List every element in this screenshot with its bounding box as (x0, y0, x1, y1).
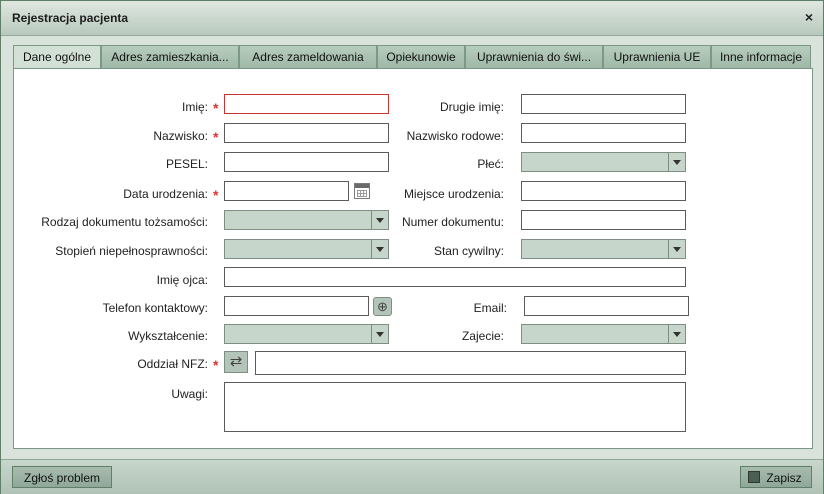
education-select[interactable] (224, 324, 389, 344)
nfz-branch-input[interactable] (255, 351, 686, 375)
save-button[interactable]: Zapisz (740, 466, 812, 488)
birth-date-input[interactable] (224, 181, 349, 201)
chevron-down-icon[interactable] (668, 240, 685, 258)
phone-input[interactable] (224, 296, 369, 316)
document-number-label: Numer dokumentu: (401, 215, 504, 229)
gender-label: Płeć: (477, 157, 504, 171)
chevron-down-icon[interactable] (371, 240, 388, 258)
gender-select[interactable] (521, 152, 686, 172)
dialog-title: Rejestracja pacjenta (12, 11, 129, 25)
notes-label: Uwagi: (171, 387, 208, 401)
birth-place-label: Miejsce urodzenia: (403, 187, 504, 201)
tab-registration-address[interactable]: Adres zameldowania (239, 45, 377, 68)
last-name-input[interactable] (224, 123, 389, 143)
chevron-down-icon[interactable] (668, 325, 685, 343)
email-label: Email: (473, 301, 507, 315)
occupation-select[interactable] (521, 324, 686, 344)
tab-residence-address[interactable]: Adres zamieszkania... (101, 45, 239, 68)
disability-level-label: Stopień niepełnosprawności: (55, 244, 208, 258)
chevron-down-icon[interactable] (371, 325, 388, 343)
pesel-label: PESEL: (165, 157, 208, 171)
save-button-label: Zapisz (766, 471, 802, 485)
middle-name-label: Drugie imię: (439, 100, 504, 114)
birth-date-label: Data urodzenia: (123, 187, 208, 201)
marital-status-label: Stan cywilny: (433, 244, 504, 258)
tab-benefit-entitlements[interactable]: Uprawnienia do świ... (465, 45, 603, 68)
pesel-input[interactable] (224, 152, 389, 172)
patient-registration-dialog: Rejestracja pacjenta × Dane ogólne Adres… (0, 0, 824, 494)
tab-general[interactable]: Dane ogólne (13, 45, 101, 70)
form-panel: Imię: * Drugie imię: Nazwisko: * Nazwisk… (13, 68, 813, 449)
maiden-name-label: Nazwisko rodowe: (406, 129, 504, 143)
title-bar: Rejestracja pacjenta × (1, 1, 823, 36)
tab-guardians[interactable]: Opiekunowie (377, 45, 465, 68)
add-phone-icon[interactable]: ⊕ (373, 297, 392, 316)
tab-other-info[interactable]: Inne informacje (711, 45, 811, 68)
swap-icon[interactable]: ⇄ (224, 351, 248, 373)
required-mark: * (213, 357, 219, 373)
birth-place-input[interactable] (521, 181, 686, 201)
document-type-label: Rodzaj dokumentu tożsamości: (41, 215, 208, 229)
email-input[interactable] (524, 296, 689, 316)
phone-label: Telefon kontaktowy: (102, 301, 208, 315)
required-mark: * (213, 129, 219, 145)
document-type-select[interactable] (224, 210, 389, 230)
required-mark: * (213, 100, 219, 116)
close-icon[interactable]: × (805, 9, 813, 25)
calendar-icon[interactable] (354, 183, 370, 199)
chevron-down-icon[interactable] (371, 211, 388, 229)
nfz-branch-label: Oddział NFZ: (137, 357, 208, 371)
chevron-down-icon[interactable] (668, 153, 685, 171)
father-name-input[interactable] (224, 267, 686, 287)
disability-level-select[interactable] (224, 239, 389, 259)
first-name-input[interactable] (224, 94, 389, 114)
education-label: Wykształcenie: (128, 329, 208, 343)
middle-name-input[interactable] (521, 94, 686, 114)
occupation-label: Zajecie: (461, 329, 504, 343)
father-name-label: Imię ojca: (156, 273, 208, 287)
maiden-name-input[interactable] (521, 123, 686, 143)
tab-eu-entitlements[interactable]: Uprawnienia UE (603, 45, 711, 68)
document-number-input[interactable] (521, 210, 686, 230)
marital-status-select[interactable] (521, 239, 686, 259)
notes-textarea[interactable] (224, 382, 686, 432)
first-name-label: Imię: (181, 100, 208, 114)
required-mark: * (213, 187, 219, 203)
last-name-label: Nazwisko: (153, 129, 208, 143)
report-problem-button[interactable]: Zgłoś problem (12, 466, 112, 488)
save-icon (748, 471, 760, 483)
footer-bar: Zgłoś problem Zapisz (1, 459, 823, 494)
